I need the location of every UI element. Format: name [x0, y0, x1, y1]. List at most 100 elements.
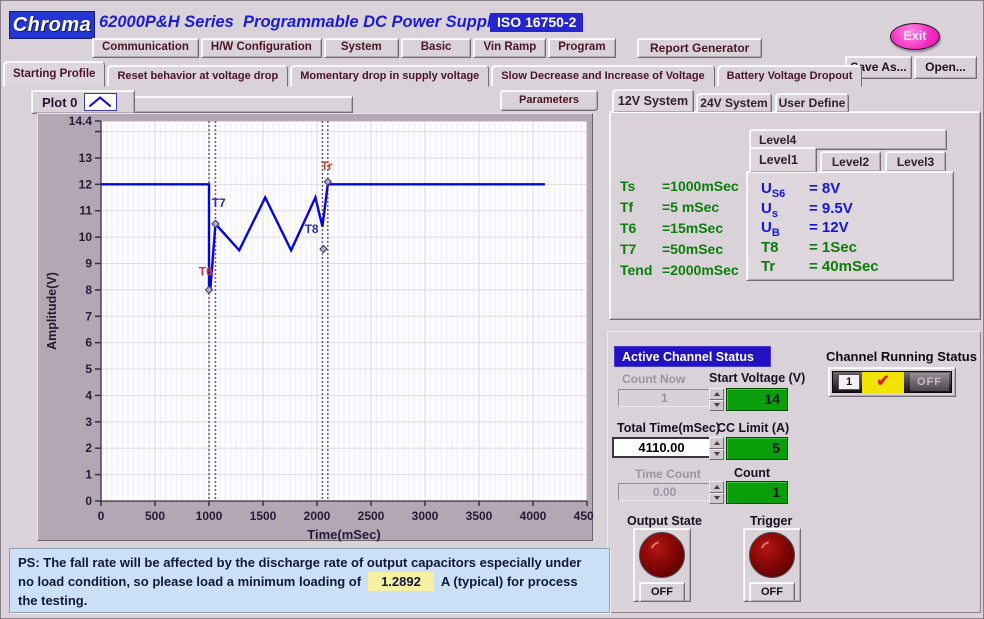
svg-text:12: 12 [79, 177, 93, 191]
report-generator-button[interactable]: Report Generator [637, 38, 762, 58]
tab-starting-profile[interactable]: Starting Profile [3, 61, 105, 87]
menu-hw-configuration[interactable]: H/W Configuration [201, 38, 322, 58]
output-state-knob[interactable] [639, 532, 685, 578]
svg-text:2500: 2500 [358, 509, 385, 523]
level-value-us6: US6= 8V [761, 180, 879, 200]
svg-text:4500: 4500 [574, 509, 594, 523]
total-time-input[interactable]: 4110.00 [612, 437, 711, 458]
svg-text:3000: 3000 [412, 509, 439, 523]
svg-text:Tr: Tr [321, 159, 333, 173]
svg-text:0: 0 [98, 509, 105, 523]
start-voltage-label: Start Voltage (V) [709, 371, 805, 385]
plot-legend-icon [84, 93, 117, 111]
timing-row-ts: Ts=1000mSec [620, 178, 739, 199]
svg-text:1500: 1500 [250, 509, 277, 523]
svg-text:Amplitude(V): Amplitude(V) [45, 272, 59, 350]
app-title: 62000P&H Series Programmable DC Power Su… [99, 13, 501, 32]
main-tabbar: Starting Profile Reset behavior at volta… [3, 61, 862, 87]
svg-text:11: 11 [79, 204, 92, 218]
svg-text:4000: 4000 [520, 509, 547, 523]
trigger-control: OFF [743, 528, 801, 602]
tab-24v-system[interactable]: 24V System [696, 93, 772, 112]
channel-running-status-widget[interactable]: 1 ✔ OFF [828, 367, 956, 397]
level-value-us: Us= 9.5V [761, 200, 879, 220]
output-state-label: Output State [627, 514, 702, 528]
count-now-label: Count Now [622, 372, 685, 386]
time-count-display: 0.00 [618, 483, 711, 501]
trigger-label: Trigger [750, 514, 792, 528]
spinner-down-icon [709, 493, 724, 505]
svg-text:T8: T8 [305, 222, 319, 236]
waveform-chart: T6T7T8Tr01234567891011121314.40500100015… [38, 114, 594, 542]
timing-row-tf: Tf=5 mSec [620, 199, 739, 220]
plot-legend-button[interactable]: Plot 0 [31, 90, 135, 114]
svg-text:9: 9 [85, 257, 92, 271]
tab-level1[interactable]: Level1 [749, 147, 817, 172]
output-state-value: OFF [639, 582, 685, 602]
cc-limit-display[interactable]: 5 [726, 437, 788, 460]
svg-text:4: 4 [85, 388, 92, 402]
channel-state: OFF [910, 373, 949, 391]
svg-text:5: 5 [85, 362, 92, 376]
level-value-ub: UB= 12V [761, 219, 879, 239]
svg-text:2000: 2000 [304, 509, 331, 523]
svg-text:Time(mSec): Time(mSec) [307, 527, 380, 542]
tab-level2[interactable]: Level2 [820, 151, 881, 172]
start-voltage-display[interactable]: 14 [726, 388, 788, 411]
tab-12v-system[interactable]: 12V System [612, 89, 694, 112]
svg-text:13: 13 [79, 151, 93, 165]
spinner-up-icon [709, 388, 724, 400]
exit-button[interactable]: Exit [890, 23, 940, 50]
channel-check-icon[interactable]: ✔ [862, 372, 904, 393]
svg-text:3500: 3500 [466, 509, 493, 523]
plot-name: Plot 0 [42, 95, 77, 110]
svg-text:0: 0 [85, 494, 92, 508]
chroma-logo: Chroma [9, 11, 95, 39]
total-time-label: Total Time(mSec) [617, 421, 720, 435]
channel-number[interactable]: 1 [838, 374, 860, 390]
count-now-display: 1 [618, 389, 711, 407]
level-value-t8: T8= 1Sec [761, 239, 879, 259]
cc-limit-spinner[interactable] [709, 437, 724, 460]
parameters-explain-button[interactable]: Parameters Explain [500, 90, 598, 111]
level-values-box: US6= 8V Us= 9.5V UB= 12V T8= 1Sec Tr= 40… [746, 171, 954, 281]
spinner-down-icon [709, 400, 724, 412]
count-spinner[interactable] [709, 481, 724, 504]
ps-note-line3: the testing. [18, 591, 601, 610]
spinner-down-icon [709, 449, 724, 461]
channel-running-status-label: Channel Running Status [826, 349, 977, 364]
count-display[interactable]: 1 [726, 481, 788, 504]
tab-momentary-drop[interactable]: Momentary drop in supply voltage [290, 65, 489, 87]
start-voltage-spinner[interactable] [709, 388, 724, 411]
menu-basic[interactable]: Basic [401, 38, 472, 58]
svg-text:1: 1 [85, 468, 92, 482]
spinner-up-icon [709, 481, 724, 493]
menu-communication[interactable]: Communication [92, 38, 199, 58]
tab-level3[interactable]: Level3 [885, 151, 946, 172]
open-button[interactable]: Open... [914, 56, 977, 79]
tab-slow-decrease-increase[interactable]: Slow Decrease and Increase of Voltage [491, 65, 714, 87]
standard-badge: ISO 16750-2 [490, 13, 583, 32]
tab-reset-behavior[interactable]: Reset behavior at voltage drop [107, 65, 288, 87]
tab-battery-voltage-dropout[interactable]: Battery Voltage Dropout [717, 65, 863, 87]
trigger-knob[interactable] [749, 532, 795, 578]
count-label: Count [734, 466, 770, 480]
menu-program[interactable]: Program [548, 38, 615, 58]
ps-note-line2: no load condition, so please load a mini… [18, 572, 601, 591]
svg-text:10: 10 [79, 230, 93, 244]
svg-text:T6: T6 [199, 264, 213, 278]
menu-vin-ramp[interactable]: Vin Ramp [473, 38, 546, 58]
spinner-up-icon [709, 437, 724, 449]
svg-text:8: 8 [85, 283, 92, 297]
svg-text:3: 3 [85, 415, 92, 429]
menu-system[interactable]: System [324, 38, 399, 58]
svg-text:7: 7 [85, 309, 92, 323]
svg-text:2: 2 [85, 441, 92, 455]
ps-note: PS: The fall rate will be affected by th… [9, 548, 610, 613]
menu-row: Communication H/W Configuration System B… [92, 38, 616, 58]
svg-text:T7: T7 [212, 196, 226, 210]
output-state-control: OFF [633, 528, 691, 602]
svg-text:1000: 1000 [196, 509, 223, 523]
tab-user-define[interactable]: User Define [775, 93, 849, 112]
timing-row-t6: T6=15mSec [620, 220, 739, 241]
